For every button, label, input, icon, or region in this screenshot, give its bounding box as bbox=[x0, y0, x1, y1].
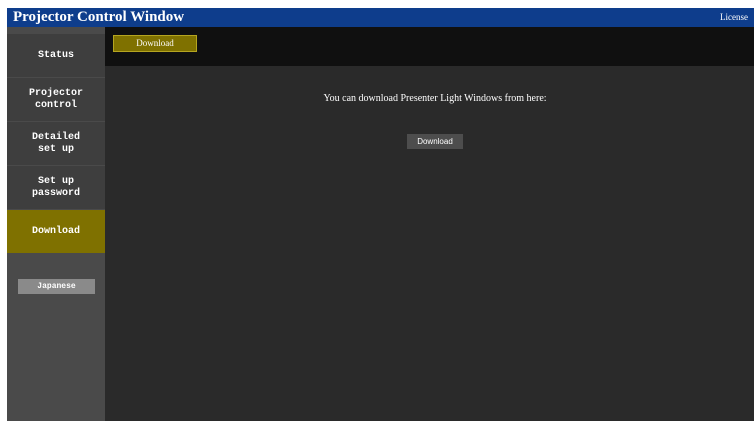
sidebar-item-setup-password[interactable]: Set up password bbox=[7, 166, 105, 209]
main-content: You can download Presenter Light Windows… bbox=[105, 66, 754, 421]
sidebar-item-detailed-setup[interactable]: Detailed set up bbox=[7, 122, 105, 165]
sidebar-item-download[interactable]: Download bbox=[7, 210, 105, 253]
projector-control-window: Projector Control Window License Status … bbox=[7, 8, 754, 421]
tab-download[interactable]: Download bbox=[113, 35, 197, 52]
download-button[interactable]: Download bbox=[407, 134, 463, 149]
download-message: You can download Presenter Light Windows… bbox=[323, 93, 547, 104]
license-link[interactable]: License bbox=[720, 8, 748, 27]
language-japanese-button[interactable]: Japanese bbox=[18, 279, 95, 294]
sidebar-item-projector-control[interactable]: Projector control bbox=[7, 78, 105, 121]
tab-strip: Download bbox=[105, 27, 754, 66]
window-title: Projector Control Window bbox=[13, 9, 185, 25]
sidebar: Status Projector control Detailed set up… bbox=[7, 27, 105, 421]
sidebar-item-status[interactable]: Status bbox=[7, 34, 105, 77]
title-bar: Projector Control Window License bbox=[7, 8, 754, 27]
